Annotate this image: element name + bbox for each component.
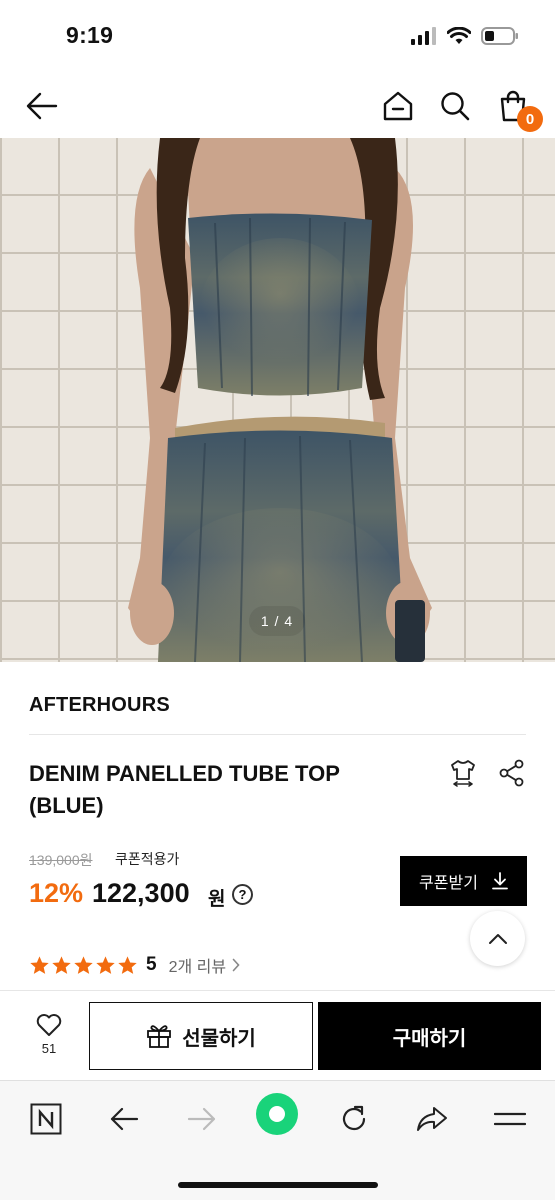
- menu-button[interactable]: [488, 1097, 532, 1141]
- chevron-right-icon: [232, 958, 240, 972]
- chevron-up-icon: [488, 933, 507, 944]
- status-icons: [411, 26, 519, 46]
- rating-stars: [29, 955, 138, 976]
- sale-price: 122,300: [92, 878, 190, 908]
- star-icon: [30, 955, 49, 974]
- share-button[interactable]: [497, 758, 527, 788]
- browser-forward-button[interactable]: [180, 1097, 224, 1141]
- share-icon: [499, 759, 524, 787]
- get-coupon-label: 쿠폰받기: [419, 875, 478, 892]
- tshirt-size-icon: [451, 760, 475, 787]
- status-time: 9:19: [66, 22, 114, 48]
- purchase-bar: 51 선물하기 구매하기: [0, 990, 555, 1080]
- gift-button[interactable]: 선물하기: [89, 1002, 313, 1070]
- home-icon: [383, 91, 413, 121]
- coupon-price-label: 쿠폰적용가: [115, 851, 180, 867]
- scroll-to-top-button[interactable]: [470, 911, 525, 966]
- download-icon: [492, 872, 508, 890]
- price-help-icon[interactable]: ?: [232, 884, 253, 905]
- discount-rate: 12%: [29, 878, 84, 908]
- share-arrow-icon: [417, 1107, 447, 1131]
- review-count: 2개 리뷰: [168, 959, 227, 976]
- refresh-button[interactable]: [332, 1097, 376, 1141]
- original-price: 139,000원: [29, 852, 93, 868]
- image-counter: 1 / 4: [249, 606, 305, 636]
- size-guide-button[interactable]: [448, 758, 478, 788]
- brand-name[interactable]: AFTERHOURS: [29, 694, 170, 717]
- browser-home-button[interactable]: [254, 1091, 300, 1137]
- star-icon: [52, 955, 71, 974]
- review-link[interactable]: 2개 리뷰: [169, 953, 241, 977]
- refresh-icon: [342, 1105, 366, 1131]
- star-icon: [74, 955, 93, 974]
- home-indicator: [178, 1182, 378, 1188]
- rating-row: 5 2개 리뷰: [29, 952, 240, 978]
- signal-icon: [411, 27, 436, 45]
- gift-icon: [147, 1025, 172, 1048]
- top-nav: 0: [0, 72, 555, 138]
- browser-back-button[interactable]: [102, 1097, 146, 1141]
- currency-unit: 원: [208, 889, 226, 910]
- gift-label: 선물하기: [182, 1027, 256, 1050]
- model-photo: [128, 138, 432, 662]
- star-icon: [118, 955, 137, 974]
- status-bar: 9:19: [0, 0, 555, 72]
- rating-value: 5: [146, 954, 157, 975]
- heart-icon: [36, 1014, 62, 1036]
- hamburger-menu-icon: [494, 1112, 526, 1126]
- back-arrow-icon: [26, 92, 58, 120]
- divider: [29, 734, 526, 735]
- search-icon: [441, 92, 470, 121]
- buy-label: 구매하기: [392, 1027, 467, 1050]
- like-button[interactable]: 51: [18, 1013, 80, 1065]
- arrow-left-icon: [110, 1107, 139, 1131]
- browser-share-button[interactable]: [410, 1097, 454, 1141]
- cart-button[interactable]: 0: [493, 86, 543, 132]
- search-button[interactable]: [435, 86, 475, 126]
- wifi-icon: [447, 27, 471, 44]
- home-button[interactable]: [378, 86, 418, 126]
- browser-toolbar: [0, 1080, 555, 1200]
- arrow-right-icon: [187, 1107, 216, 1131]
- product-image[interactable]: [0, 138, 555, 662]
- cart-count-badge: 0: [517, 106, 543, 132]
- product-title: DENIM PANELLED TUBE TOP (BLUE): [29, 761, 340, 818]
- battery-icon: [481, 27, 518, 45]
- green-dot-icon: [256, 1093, 298, 1135]
- star-icon: [96, 955, 115, 974]
- naver-button[interactable]: [24, 1097, 68, 1141]
- naver-n-icon: [30, 1103, 62, 1135]
- like-count: 51: [41, 1041, 57, 1056]
- get-coupon-button[interactable]: 쿠폰받기: [400, 856, 527, 906]
- back-button[interactable]: [22, 86, 62, 126]
- buy-button[interactable]: 구매하기: [318, 1002, 541, 1070]
